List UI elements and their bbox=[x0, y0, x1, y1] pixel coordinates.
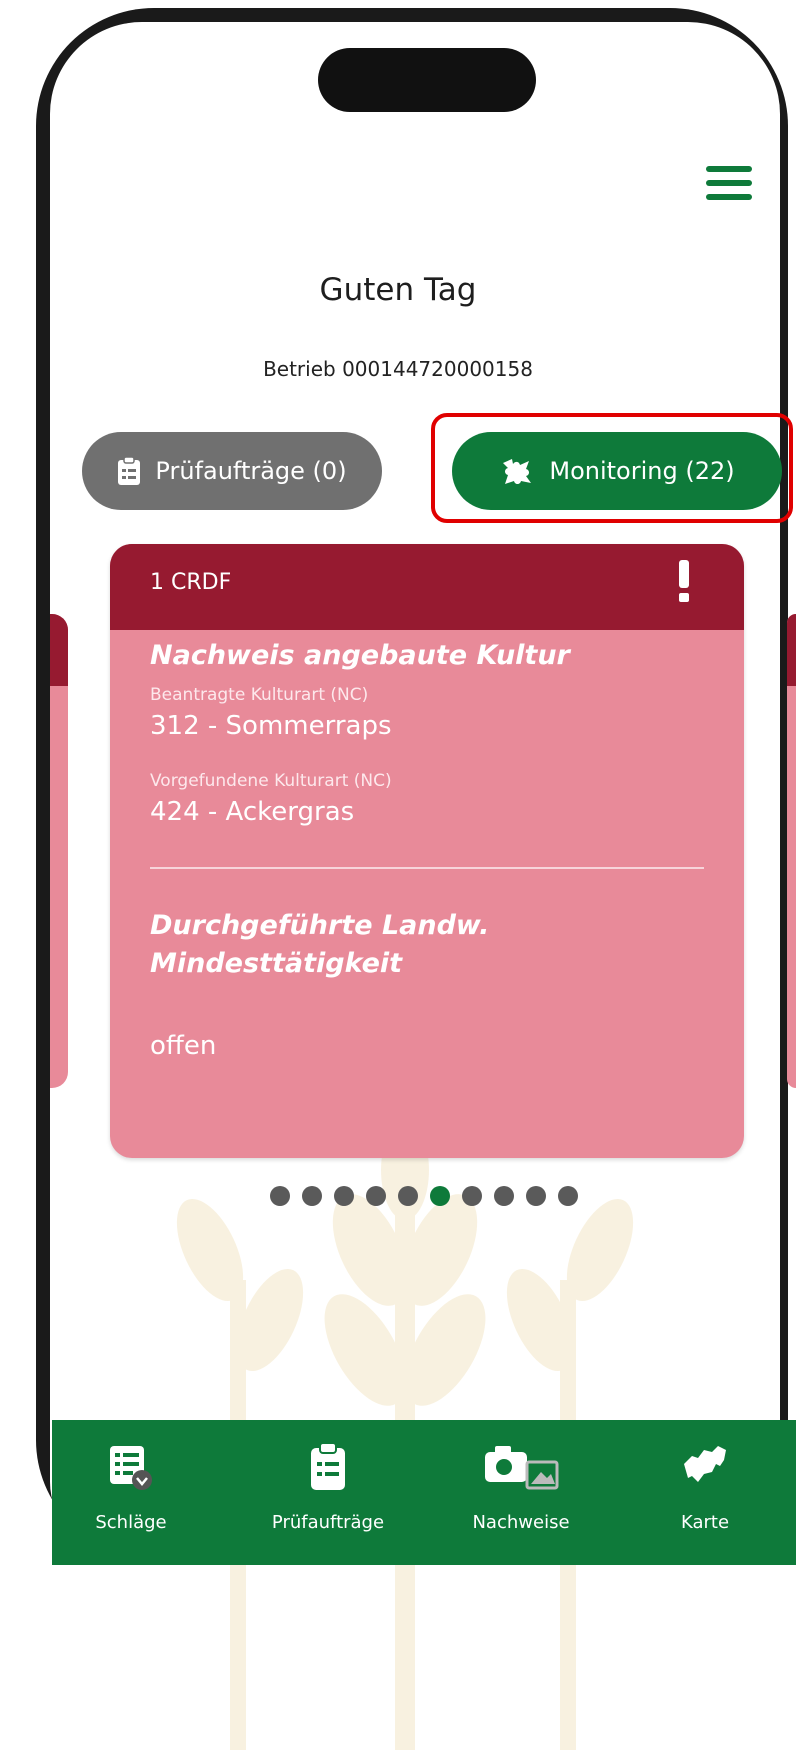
prev-card-peek[interactable] bbox=[50, 614, 68, 1088]
monitoring-card[interactable]: 1 CRDF Nachweis angebaute Kultur Beantra… bbox=[110, 544, 744, 1158]
field-label-beantragt: Beantragte Kulturart (NC) bbox=[150, 685, 369, 705]
card-header: 1 CRDF bbox=[110, 544, 744, 630]
page-title: Guten Tag bbox=[319, 272, 477, 308]
nav-pruefauftraege[interactable]: Prüfaufträge bbox=[258, 1420, 398, 1565]
field-label-vorgefunden: Vorgefundene Kulturart (NC) bbox=[150, 771, 392, 791]
pagination-dot[interactable] bbox=[462, 1186, 482, 1206]
card-id: 1 CRDF bbox=[150, 570, 232, 595]
tab-pruefauftraege[interactable]: Prüfaufträge (0) bbox=[82, 432, 382, 510]
section-title-line1: Durchgeführte Landw. bbox=[150, 910, 490, 941]
nav-karte[interactable]: Karte bbox=[650, 1420, 760, 1565]
nav-nachweise-label: Nachweise bbox=[472, 1512, 570, 1533]
pagination-dot[interactable] bbox=[526, 1186, 546, 1206]
pagination-dots bbox=[270, 1186, 578, 1206]
camera-icon bbox=[485, 1446, 559, 1490]
pagination-dot[interactable] bbox=[398, 1186, 418, 1206]
bottom-nav: Schläge Prüfaufträge Nachweise Karte bbox=[52, 1420, 796, 1565]
pagination-dot[interactable] bbox=[334, 1186, 354, 1206]
divider bbox=[150, 867, 704, 869]
highlight-box bbox=[431, 413, 793, 523]
pagination-dot[interactable] bbox=[366, 1186, 386, 1206]
hamburger-menu-icon[interactable] bbox=[706, 166, 752, 206]
section-title-kultur: Nachweis angebaute Kultur bbox=[150, 640, 570, 671]
dynamic-island bbox=[318, 48, 536, 112]
nav-pruefauftraege-label: Prüfaufträge bbox=[271, 1512, 385, 1533]
pagination-dot[interactable] bbox=[270, 1186, 290, 1206]
nav-nachweise[interactable]: Nachweise bbox=[456, 1420, 586, 1565]
betrieb-number: Betrieb 000144720000158 bbox=[263, 357, 533, 381]
exclamation-icon bbox=[679, 560, 689, 602]
clipboard-icon bbox=[311, 1442, 345, 1490]
section-title-mindesttaetigkeit: Durchgeführte Landw. Mindesttätigkeit bbox=[150, 907, 704, 983]
field-value-beantragt: 312 - Sommerraps bbox=[150, 711, 392, 741]
section-title-line2: Mindesttätigkeit bbox=[150, 948, 403, 979]
pagination-dot[interactable] bbox=[302, 1186, 322, 1206]
status-text: offen bbox=[150, 1031, 217, 1061]
nav-karte-label: Karte bbox=[680, 1512, 730, 1533]
map-icon bbox=[684, 1446, 726, 1482]
nav-schlaege[interactable]: Schläge bbox=[86, 1420, 176, 1565]
fields-list-icon bbox=[110, 1446, 152, 1490]
pagination-dot[interactable] bbox=[494, 1186, 514, 1206]
clipboard-icon bbox=[118, 456, 141, 485]
field-value-vorgefunden: 424 - Ackergras bbox=[150, 797, 355, 827]
next-card-peek[interactable] bbox=[787, 614, 796, 1088]
pagination-dot[interactable] bbox=[430, 1186, 450, 1206]
tab-pruefauftraege-label: Prüfaufträge (0) bbox=[155, 457, 347, 485]
nav-schlaege-label: Schläge bbox=[95, 1512, 167, 1533]
pagination-dot[interactable] bbox=[558, 1186, 578, 1206]
